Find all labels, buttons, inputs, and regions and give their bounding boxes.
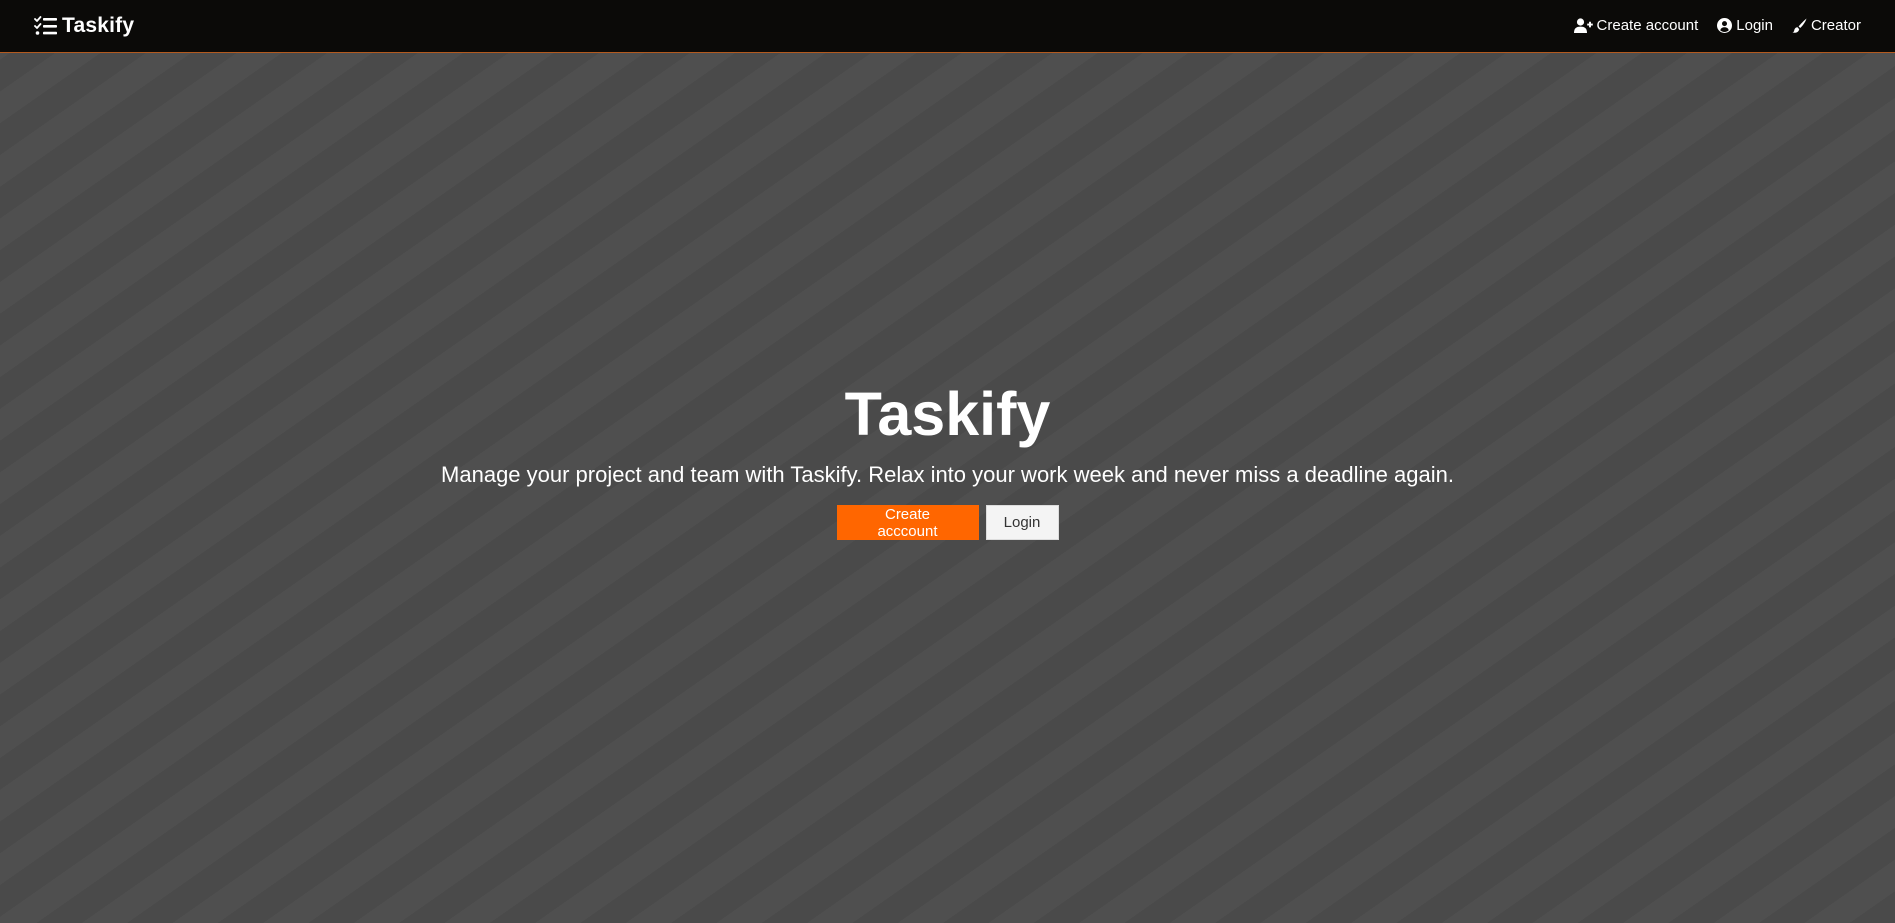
nav-create-account-link[interactable]: Create account [1573,16,1699,34]
brand-link[interactable]: Taskify [34,12,134,40]
hero-title: Taskify [844,380,1051,448]
nav-login-link[interactable]: Login [1717,17,1773,34]
user-plus-icon [1573,17,1593,33]
top-navbar: Taskify Create account Login Creator [0,0,1895,53]
user-circle-icon [1717,17,1733,33]
hero-section: Taskify Manage your project and team wit… [0,378,1895,540]
paint-brush-icon [1792,18,1807,33]
nav-creator-link[interactable]: Creator [1792,17,1861,34]
tasks-list-icon [34,16,58,36]
nav-links: Create account Login Creator [1555,0,1861,50]
nav-login-label: Login [1736,16,1773,34]
hero-tagline: Manage your project and team with Taskif… [441,462,1454,487]
nav-creator-label: Creator [1810,16,1861,34]
hero-actions: Create acccount Login [0,505,1895,540]
brand-name: Taskify [62,14,135,37]
login-button[interactable]: Login [985,505,1059,540]
nav-create-account-label: Create account [1596,16,1699,34]
create-account-button[interactable]: Create acccount [836,505,979,540]
